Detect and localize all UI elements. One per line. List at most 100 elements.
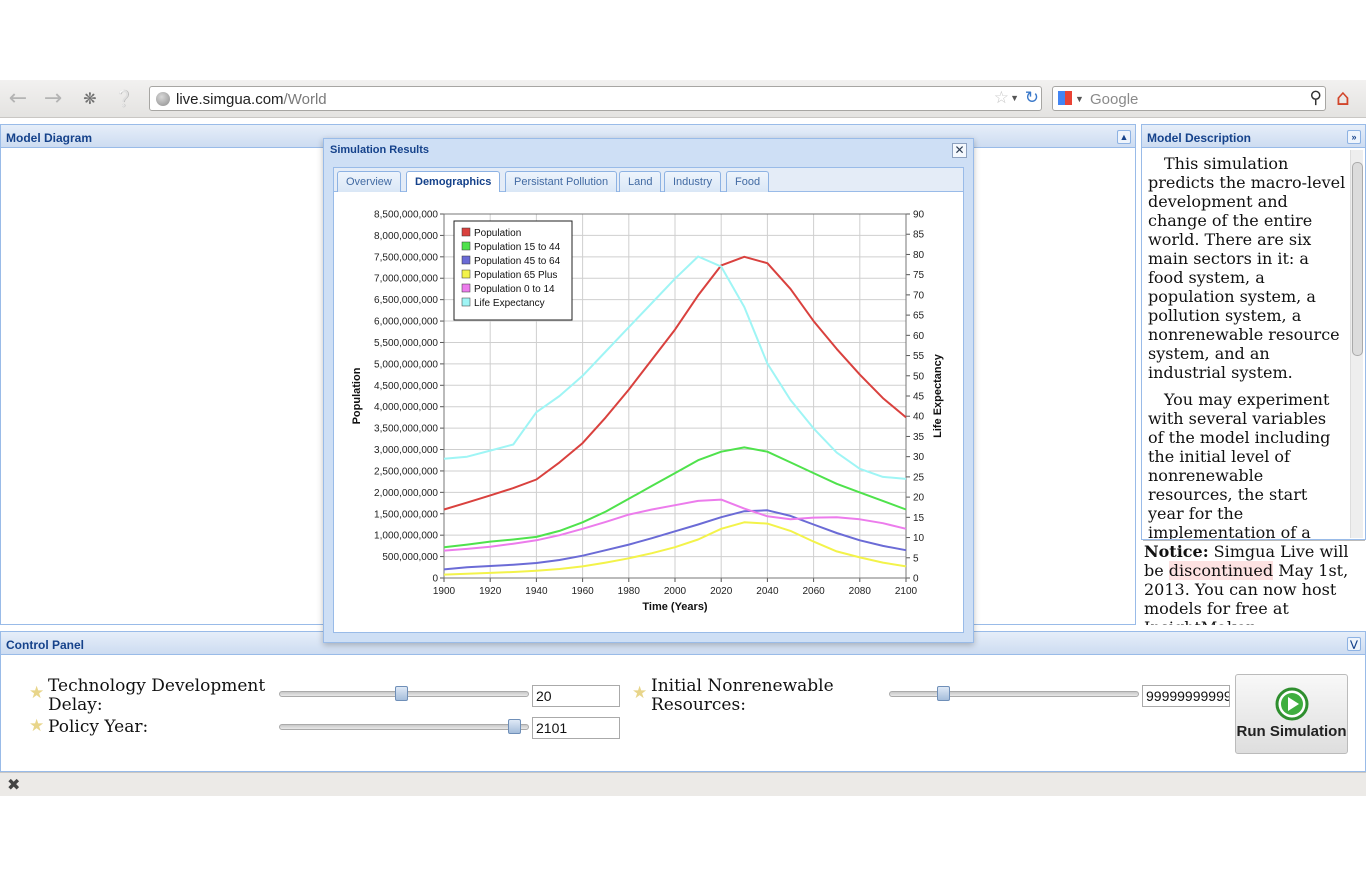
window-close-icon[interactable]: ✕ bbox=[952, 143, 967, 158]
forward-arrow-icon[interactable]: → bbox=[41, 88, 65, 110]
globe-icon bbox=[156, 92, 170, 106]
demographics-chart: 1900 1920 1940 1960 1980 2000 2020 2040 2060 2080… bbox=[351, 210, 944, 614]
tab-demographics[interactable]: Demographics bbox=[406, 171, 501, 194]
magnifier-icon[interactable]: ⚲ bbox=[1310, 88, 1322, 108]
notice-box: Notice: Simgua Live will be discontinued… bbox=[1143, 540, 1365, 625]
home-icon[interactable]: ⌂ bbox=[1336, 86, 1350, 111]
tab-overview[interactable]: Overview bbox=[337, 171, 401, 193]
y-tick-label: 1,500,000,000 bbox=[374, 509, 438, 520]
tab-strip: Overview Demographics Persistant Polluti… bbox=[333, 167, 964, 194]
collapse-up-icon[interactable]: ▲ bbox=[1117, 130, 1131, 144]
resources-label: Initial Nonrenewable Resources: bbox=[651, 676, 834, 715]
x-tick-label: 1940 bbox=[525, 586, 548, 597]
tech-delay-slider-thumb[interactable] bbox=[395, 686, 409, 701]
y2-tick-label: 5 bbox=[913, 553, 919, 564]
search-placeholder: Google bbox=[1090, 91, 1139, 108]
star-icon[interactable]: ★ bbox=[29, 718, 45, 735]
collapse-down-icon[interactable]: ⋁ bbox=[1347, 637, 1361, 651]
url-path: /World bbox=[283, 91, 327, 108]
tab-label: Persistant Pollution bbox=[514, 176, 609, 188]
legend-swatch bbox=[461, 283, 471, 293]
x-tick-label: 1920 bbox=[479, 586, 502, 597]
legend-swatch bbox=[461, 297, 471, 307]
back-arrow-icon[interactable]: ← bbox=[6, 88, 30, 110]
x-tick-label: 2020 bbox=[710, 586, 733, 597]
tech-delay-input[interactable]: 20 bbox=[532, 685, 620, 707]
notice-highlight: discontinued bbox=[1168, 561, 1274, 580]
y2-tick-label: 85 bbox=[913, 230, 925, 241]
legend-swatch bbox=[461, 241, 471, 251]
simulation-results-window[interactable]: Simulation Results ✕ Overview Demographi… bbox=[323, 138, 974, 643]
y-tick-label: 6,000,000,000 bbox=[374, 317, 438, 328]
y-tick-label: 4,000,000,000 bbox=[374, 402, 438, 413]
description-scrollbar[interactable] bbox=[1350, 150, 1363, 538]
reload-icon[interactable]: ↻ bbox=[1025, 88, 1039, 108]
y-tick-label: 3,500,000,000 bbox=[374, 424, 438, 435]
y2-tick-label: 90 bbox=[913, 210, 925, 221]
tab-persistant-pollution[interactable]: Persistant Pollution bbox=[505, 171, 618, 193]
run-simulation-label: Run Simulation bbox=[1236, 723, 1347, 740]
y2-tick-label: 15 bbox=[913, 513, 925, 524]
url-host: live.simgua.com bbox=[176, 91, 284, 108]
run-simulation-button[interactable]: Run Simulation bbox=[1235, 674, 1348, 754]
search-input[interactable]: ▼ Google ⚲ bbox=[1052, 86, 1326, 111]
url-bar[interactable]: live.simgua.com/World ☆ ▼ ↻ bbox=[149, 86, 1042, 111]
y2-tick-label: 25 bbox=[913, 472, 925, 483]
dropdown-arrow-icon[interactable]: ▼ bbox=[1010, 93, 1019, 103]
tab-label: Overview bbox=[346, 176, 392, 188]
tab-land[interactable]: Land bbox=[619, 171, 662, 193]
tab-label: Food bbox=[735, 176, 761, 188]
y-tick-label: 1,000,000,000 bbox=[374, 531, 438, 542]
resources-input[interactable]: 999999999999 bbox=[1142, 685, 1230, 707]
search-engine-dropdown-icon[interactable]: ▼ bbox=[1075, 94, 1084, 104]
legend-label: Population 45 to 64 bbox=[474, 256, 561, 267]
bookmark-star-icon[interactable]: ☆ bbox=[994, 88, 1009, 108]
y-tick-label: 8,000,000,000 bbox=[374, 231, 438, 242]
x-tick-label: 2000 bbox=[664, 586, 687, 597]
policy-year-slider[interactable] bbox=[279, 719, 529, 734]
description-text: This simulation predicts the macro-level… bbox=[1148, 154, 1346, 539]
tab-industry[interactable]: Industry bbox=[664, 171, 722, 193]
tab-label: Land bbox=[628, 176, 653, 188]
x-tick-label: 2040 bbox=[756, 586, 779, 597]
y2-tick-label: 20 bbox=[913, 493, 925, 504]
y-tick-label: 3,000,000,000 bbox=[374, 445, 438, 456]
legend-label: Population 65 Plus bbox=[474, 270, 557, 281]
y-tick-label: 4,500,000,000 bbox=[374, 381, 438, 392]
policy-year-input[interactable]: 2101 bbox=[532, 717, 620, 739]
tab-label: Industry bbox=[673, 176, 713, 188]
tech-delay-slider[interactable] bbox=[279, 686, 529, 701]
resources-slider-thumb[interactable] bbox=[937, 686, 950, 701]
scrollbar-thumb[interactable] bbox=[1352, 162, 1363, 356]
help-icon[interactable]: ❔ bbox=[112, 88, 136, 110]
y-tick-label: 500,000,000 bbox=[382, 552, 438, 563]
y2-tick-label: 30 bbox=[913, 452, 925, 463]
star-icon[interactable]: ★ bbox=[632, 685, 648, 702]
collapse-right-icon[interactable]: » bbox=[1347, 130, 1361, 144]
legend-swatch bbox=[461, 227, 471, 237]
y-tick-label: 8,500,000,000 bbox=[374, 210, 438, 221]
star-icon[interactable]: ★ bbox=[29, 685, 45, 702]
tech-delay-label: Technology Development Delay: bbox=[48, 676, 266, 715]
resources-slider[interactable] bbox=[889, 686, 1139, 701]
legend-swatch bbox=[461, 269, 471, 279]
y-tick-label: 5,500,000,000 bbox=[374, 338, 438, 349]
legend-label: Population bbox=[474, 228, 521, 239]
policy-year-slider-thumb[interactable] bbox=[507, 719, 521, 734]
y-tick-label: 0 bbox=[432, 574, 438, 585]
tab-food[interactable]: Food bbox=[726, 171, 770, 193]
y2-tick-label: 55 bbox=[913, 351, 925, 362]
x-axis-label: Time (Years) bbox=[642, 601, 708, 613]
x-tick-label: 2060 bbox=[802, 586, 825, 597]
y-tick-label: 5,000,000,000 bbox=[374, 359, 438, 370]
y2-tick-label: 60 bbox=[913, 331, 925, 342]
y-tick-label: 2,500,000,000 bbox=[374, 466, 438, 477]
google-logo-icon bbox=[1058, 91, 1072, 105]
y2-tick-label: 75 bbox=[913, 270, 925, 281]
extension-icon[interactable]: ❋ bbox=[78, 88, 102, 110]
y-tick-label: 2,000,000,000 bbox=[374, 488, 438, 499]
control-panel-title: Control Panel bbox=[6, 638, 85, 652]
close-icon[interactable]: ✖ bbox=[7, 775, 20, 794]
y2-tick-label: 50 bbox=[913, 371, 925, 382]
legend-label: Life Expectancy bbox=[474, 298, 545, 309]
